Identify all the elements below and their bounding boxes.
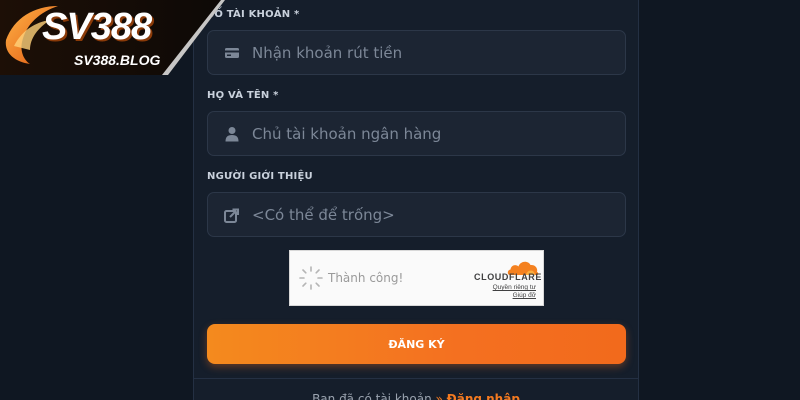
user-icon	[225, 127, 239, 142]
footer-divider	[193, 378, 639, 379]
logo-domain: SV388.BLOG	[74, 52, 161, 68]
account-number-field[interactable]	[207, 30, 626, 75]
registration-page: SỐ TÀI KHOẢN * HỌ VÀ TÊN * NGƯỜI GIỚI TH…	[0, 0, 800, 400]
login-link[interactable]: Đăng nhập	[447, 392, 520, 400]
full-name-input[interactable]	[252, 112, 612, 155]
referrer-input[interactable]	[252, 193, 612, 236]
login-prompt: Bạn đã có tài khoản » Đăng nhập	[193, 392, 639, 400]
share-icon	[224, 208, 239, 223]
help-link[interactable]: Giúp đỡ	[513, 292, 536, 299]
referrer-field[interactable]	[207, 192, 626, 237]
register-button[interactable]: ĐĂNG KÝ	[207, 324, 626, 364]
loading-spinner-icon	[299, 266, 323, 290]
referrer-label: NGƯỜI GIỚI THIỆU	[207, 171, 313, 182]
privacy-link[interactable]: Quyền riêng tư	[493, 284, 536, 291]
cloudflare-wordmark: CLOUDFLARE	[474, 272, 542, 282]
captcha-status: Thành công!	[328, 271, 404, 285]
account-number-input[interactable]	[252, 31, 612, 74]
card-icon	[225, 48, 239, 58]
login-prompt-text: Bạn đã có tài khoản	[312, 392, 432, 400]
cloudflare-captcha-widget[interactable]: Thành công! CLOUDFLARE Quyền riêng tư Gi…	[289, 250, 544, 306]
logo-wordmark: SV388	[42, 6, 152, 48]
double-chevron-icon: »	[435, 392, 443, 400]
sv388-logo: SV388 SV388.BLOG	[0, 0, 225, 75]
full-name-field[interactable]	[207, 111, 626, 156]
full-name-label: HỌ VÀ TÊN *	[207, 90, 279, 101]
